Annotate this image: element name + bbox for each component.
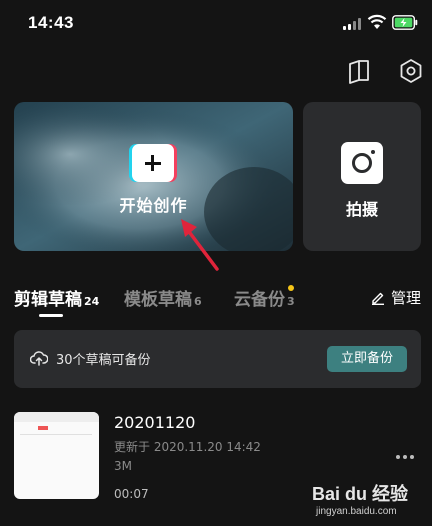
baidu-watermark: Bai du 经验 jingyan.baidu.com [300, 476, 430, 524]
tutorial-book-icon[interactable] [346, 58, 372, 84]
tab-label: 模板草稿 [124, 290, 192, 310]
active-tab-indicator [39, 314, 63, 317]
tab-count: 24 [84, 295, 100, 308]
backup-banner: 30个草稿可备份 立即备份 [14, 330, 421, 388]
manage-button[interactable]: 管理 [371, 287, 421, 308]
tab-label: 云备份 [234, 290, 285, 310]
annotation-arrow [181, 219, 219, 271]
plus-icon[interactable] [132, 144, 174, 182]
draft-updated-time: 更新于 2020.11.20 14:42 [114, 440, 261, 454]
status-time: 14:43 [28, 13, 74, 32]
tab-label: 剪辑草稿 [14, 290, 82, 310]
watermark-url: jingyan.baidu.com [316, 506, 397, 517]
tab-edit-drafts[interactable]: 剪辑草稿 24 [14, 285, 99, 310]
backup-count-text: 30个草稿可备份 [56, 353, 151, 368]
tab-count: 6 [194, 295, 202, 308]
settings-gear-icon[interactable] [398, 58, 424, 84]
pencil-icon [372, 292, 384, 305]
draft-tabs: 剪辑草稿 24 模板草稿 6 云备份 3 管理 [14, 285, 424, 321]
battery-icon [392, 15, 418, 30]
notification-dot [288, 285, 294, 291]
watermark-logo: Bai du 经验 [312, 484, 409, 504]
cloud-upload-icon [30, 351, 48, 366]
draft-title: 20201120 [114, 413, 196, 432]
more-options-icon[interactable] [395, 454, 415, 460]
camera-label: 拍摄 [345, 200, 378, 219]
tab-count: 3 [287, 295, 295, 308]
draft-file-size: 3M [114, 459, 132, 473]
wifi-icon [367, 14, 387, 29]
manage-label: 管理 [391, 289, 422, 307]
backup-now-button[interactable]: 立即备份 [327, 346, 407, 372]
camera-shoot-card[interactable]: 拍摄 [303, 102, 421, 251]
camera-icon [341, 142, 383, 184]
signal-icon [343, 18, 361, 30]
tab-cloud-backup[interactable]: 云备份 3 [234, 285, 295, 310]
draft-thumbnail[interactable] [14, 412, 99, 499]
tab-template-drafts[interactable]: 模板草稿 6 [124, 285, 202, 310]
start-creating-label: 开始创作 [119, 196, 188, 215]
start-creating-card[interactable]: 开始创作 [14, 102, 293, 251]
status-bar: 14:43 [0, 0, 432, 50]
draft-duration: 00:07 [114, 487, 149, 501]
